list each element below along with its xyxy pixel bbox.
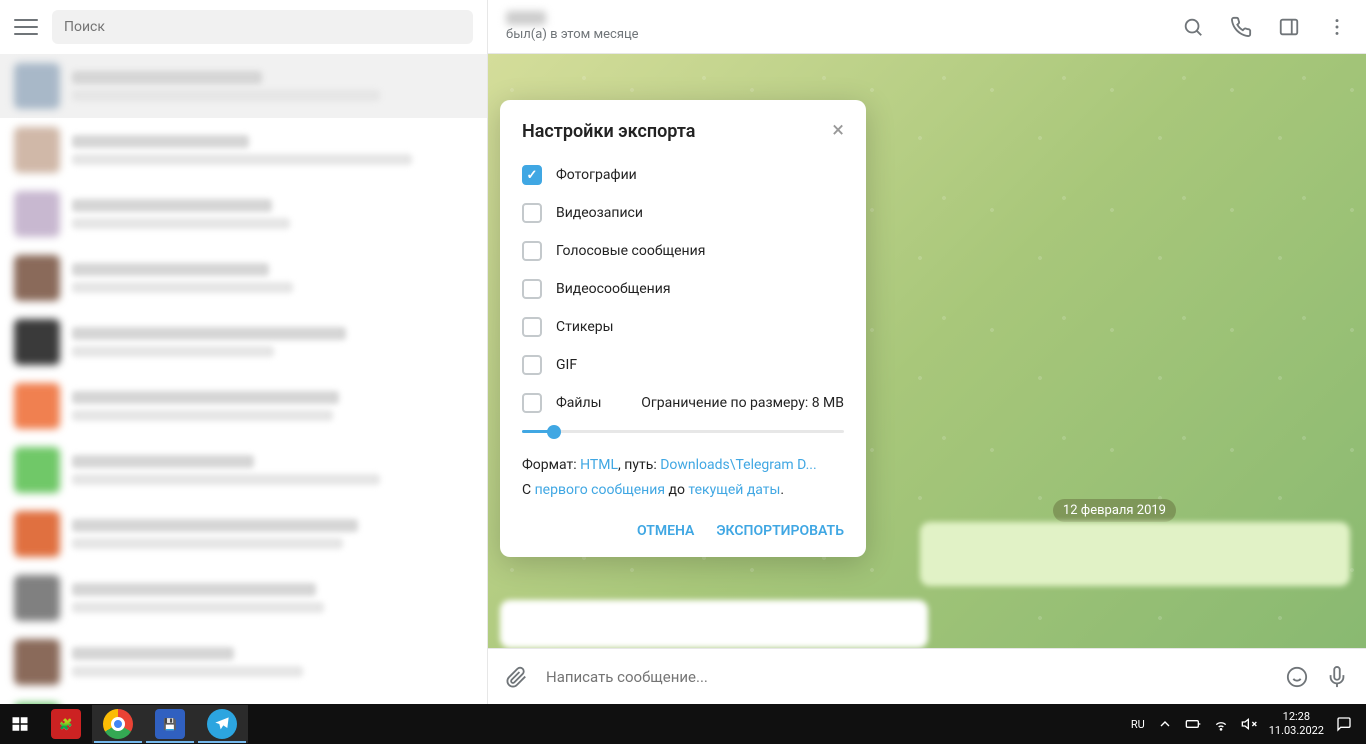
call-icon[interactable] xyxy=(1230,16,1252,38)
compose-bar xyxy=(488,648,1366,704)
chat-item[interactable] xyxy=(0,182,487,246)
tray-clock[interactable]: 12:28 11.03.2022 xyxy=(1269,710,1324,739)
start-button[interactable] xyxy=(0,704,40,744)
close-icon[interactable]: × xyxy=(832,120,844,142)
search-icon[interactable] xyxy=(1182,16,1204,38)
message-incoming xyxy=(500,600,928,648)
checkbox-label: Фотографии xyxy=(556,167,637,183)
export-info: Формат: HTML, путь: Downloads\Telegram D… xyxy=(500,447,866,509)
tray-volume-icon[interactable] xyxy=(1241,716,1257,732)
more-icon[interactable] xyxy=(1326,16,1348,38)
checkbox-label: Голосовые сообщения xyxy=(556,243,705,259)
avatar xyxy=(14,511,60,557)
checkbox-row[interactable]: Видеосообщения xyxy=(500,270,866,308)
chat-item[interactable] xyxy=(0,438,487,502)
checkbox[interactable] xyxy=(522,317,542,337)
checkbox-label: Видеозаписи xyxy=(556,205,643,221)
sidepanel-icon[interactable] xyxy=(1278,16,1300,38)
tray-notifications-icon[interactable] xyxy=(1336,716,1352,732)
chat-area: 12 февраля 2019 Настройки экспорта × Фот… xyxy=(488,54,1366,648)
checkbox[interactable] xyxy=(522,355,542,375)
checkbox-label: Видеосообщения xyxy=(556,281,671,297)
emoji-icon[interactable] xyxy=(1286,666,1308,688)
tray-battery-icon[interactable] xyxy=(1185,716,1201,732)
format-link[interactable]: HTML xyxy=(580,457,618,473)
search-input[interactable] xyxy=(52,10,473,44)
checkbox[interactable] xyxy=(522,279,542,299)
export-settings-dialog: Настройки экспорта × Фотографии Видеозапи… xyxy=(500,100,866,557)
checkbox-row[interactable]: Фотографии xyxy=(500,156,866,194)
checkbox-label: Файлы xyxy=(556,395,601,411)
checkbox-row[interactable]: GIF xyxy=(500,346,866,384)
avatar xyxy=(14,383,60,429)
chat-header: был(а) в этом месяце xyxy=(488,0,1366,54)
taskbar-app-1[interactable]: 🧩 xyxy=(40,705,92,743)
size-limit-label: Ограничение по размеру: 8 MB xyxy=(641,395,844,411)
checkbox-row[interactable]: Видеозаписи xyxy=(500,194,866,232)
avatar xyxy=(14,319,60,365)
main-panel: был(а) в этом месяце 12 февраля 2019 Нас… xyxy=(488,0,1366,704)
dialog-title: Настройки экспорта xyxy=(522,121,695,142)
menu-icon[interactable] xyxy=(14,15,38,39)
checkbox-row[interactable]: Файлы Ограничение по размеру: 8 MB xyxy=(500,384,866,422)
taskbar-app-save[interactable]: 💾 xyxy=(144,705,196,743)
chat-item[interactable] xyxy=(0,374,487,438)
checkbox-row[interactable]: Стикеры xyxy=(500,308,866,346)
avatar xyxy=(14,575,60,621)
chat-item[interactable] xyxy=(0,502,487,566)
message-input[interactable] xyxy=(546,668,1268,686)
chat-item[interactable] xyxy=(0,54,487,118)
mic-icon[interactable] xyxy=(1326,666,1348,688)
checkbox-label: Стикеры xyxy=(556,319,614,335)
message-outgoing xyxy=(920,522,1350,586)
avatar xyxy=(14,703,60,704)
avatar xyxy=(14,127,60,173)
taskbar: 🧩 💾 RU 12:28 11.03.2022 xyxy=(0,704,1366,744)
chat-list xyxy=(0,54,487,704)
tray-language[interactable]: RU xyxy=(1131,718,1145,731)
checkbox[interactable] xyxy=(522,165,542,185)
tray-wifi-icon[interactable] xyxy=(1213,716,1229,732)
path-link[interactable]: Downloads\Telegram D... xyxy=(660,457,817,473)
avatar xyxy=(14,447,60,493)
avatar xyxy=(14,63,60,109)
chat-item[interactable] xyxy=(0,246,487,310)
chat-status: был(а) в этом месяце xyxy=(506,27,1172,42)
avatar xyxy=(14,639,60,685)
slider-thumb[interactable] xyxy=(547,425,561,439)
chat-item[interactable] xyxy=(0,566,487,630)
taskbar-app-telegram[interactable] xyxy=(196,705,248,743)
chat-item[interactable] xyxy=(0,630,487,694)
attach-icon[interactable] xyxy=(506,666,528,688)
export-button[interactable]: ЭКСПОРТИРОВАТЬ xyxy=(716,523,844,539)
taskbar-app-chrome[interactable] xyxy=(92,705,144,743)
checkbox[interactable] xyxy=(522,241,542,261)
from-date-link[interactable]: первого сообщения xyxy=(535,482,665,498)
date-badge: 12 февраля 2019 xyxy=(1053,499,1176,522)
sidebar xyxy=(0,0,488,704)
cancel-button[interactable]: ОТМЕНА xyxy=(637,523,694,539)
checkbox-label: GIF xyxy=(556,357,577,373)
chat-item[interactable] xyxy=(0,694,487,704)
avatar xyxy=(14,255,60,301)
tray-chevron-icon[interactable] xyxy=(1157,716,1173,732)
chat-item[interactable] xyxy=(0,118,487,182)
to-date-link[interactable]: текущей даты xyxy=(688,482,780,498)
checkbox[interactable] xyxy=(522,203,542,223)
checkbox-row[interactable]: Голосовые сообщения xyxy=(500,232,866,270)
chat-item[interactable] xyxy=(0,310,487,374)
avatar xyxy=(14,191,60,237)
checkbox[interactable] xyxy=(522,393,542,413)
chat-name xyxy=(506,11,546,25)
size-slider[interactable] xyxy=(522,430,844,433)
